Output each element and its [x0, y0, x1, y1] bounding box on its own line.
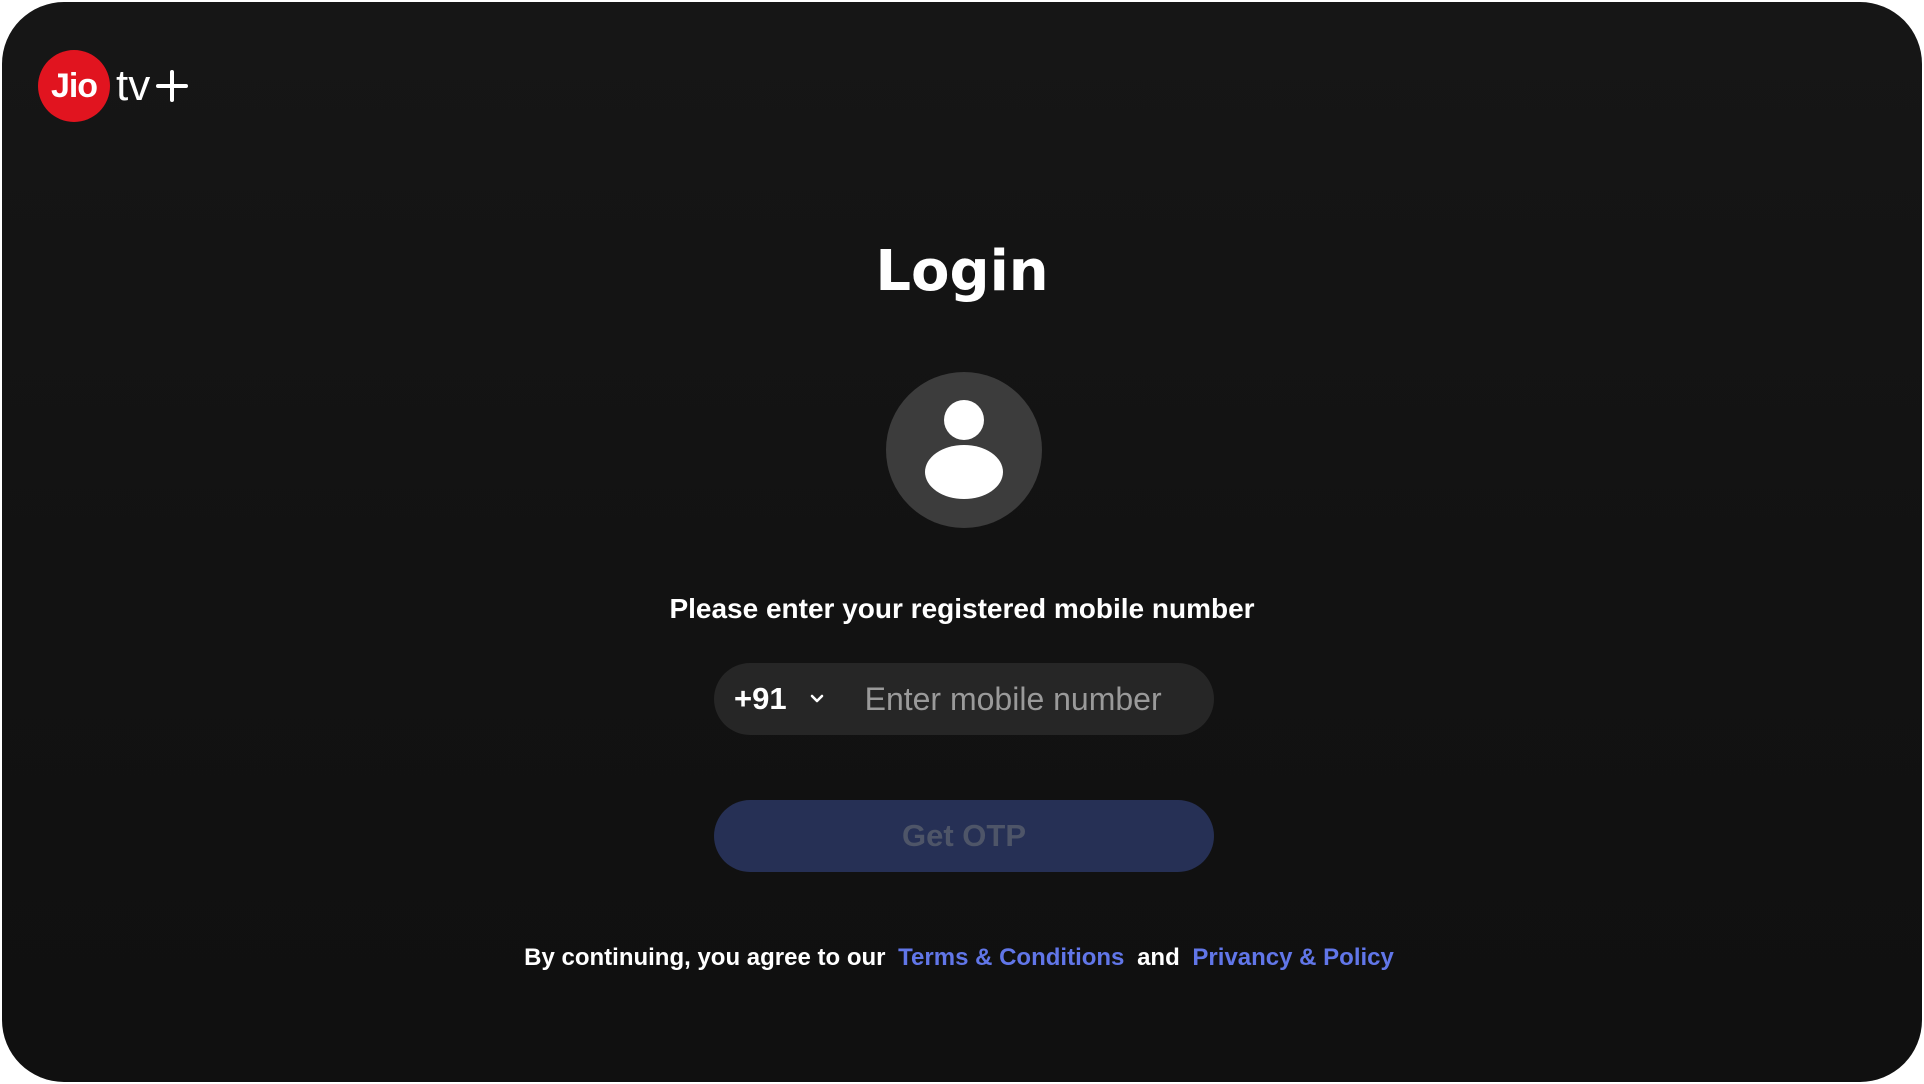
mobile-number-input[interactable] — [862, 679, 1177, 719]
plus-icon — [156, 70, 189, 102]
login-prompt: Please enter your registered mobile numb… — [669, 593, 1255, 624]
user-icon — [925, 400, 1003, 499]
page-title: Login — [875, 239, 1049, 304]
country-code: +91 — [734, 681, 787, 716]
jiotv-plus-logo: Jio tv — [38, 50, 189, 122]
tv-text: tv — [116, 61, 151, 110]
terms-joiner: and — [1137, 944, 1180, 971]
terms-notice: By continuing, you agree to our Terms & … — [2, 944, 1922, 972]
phone-field: +91 — [714, 663, 1214, 735]
get-otp-button[interactable]: Get OTP — [714, 800, 1214, 872]
country-code-selector[interactable]: +91 — [734, 681, 825, 717]
login-screen: Jio tv Login Please enter your registere… — [2, 2, 1922, 1082]
avatar — [886, 372, 1042, 528]
chevron-down-icon — [809, 693, 825, 705]
terms-prefix: By continuing, you agree to our — [524, 944, 886, 971]
jio-badge: Jio — [38, 50, 110, 122]
logo-tv-text: tv — [116, 61, 189, 111]
terms-conditions-link[interactable]: Terms & Conditions — [898, 944, 1124, 971]
privacy-policy-link[interactable]: Privancy & Policy — [1192, 944, 1393, 971]
